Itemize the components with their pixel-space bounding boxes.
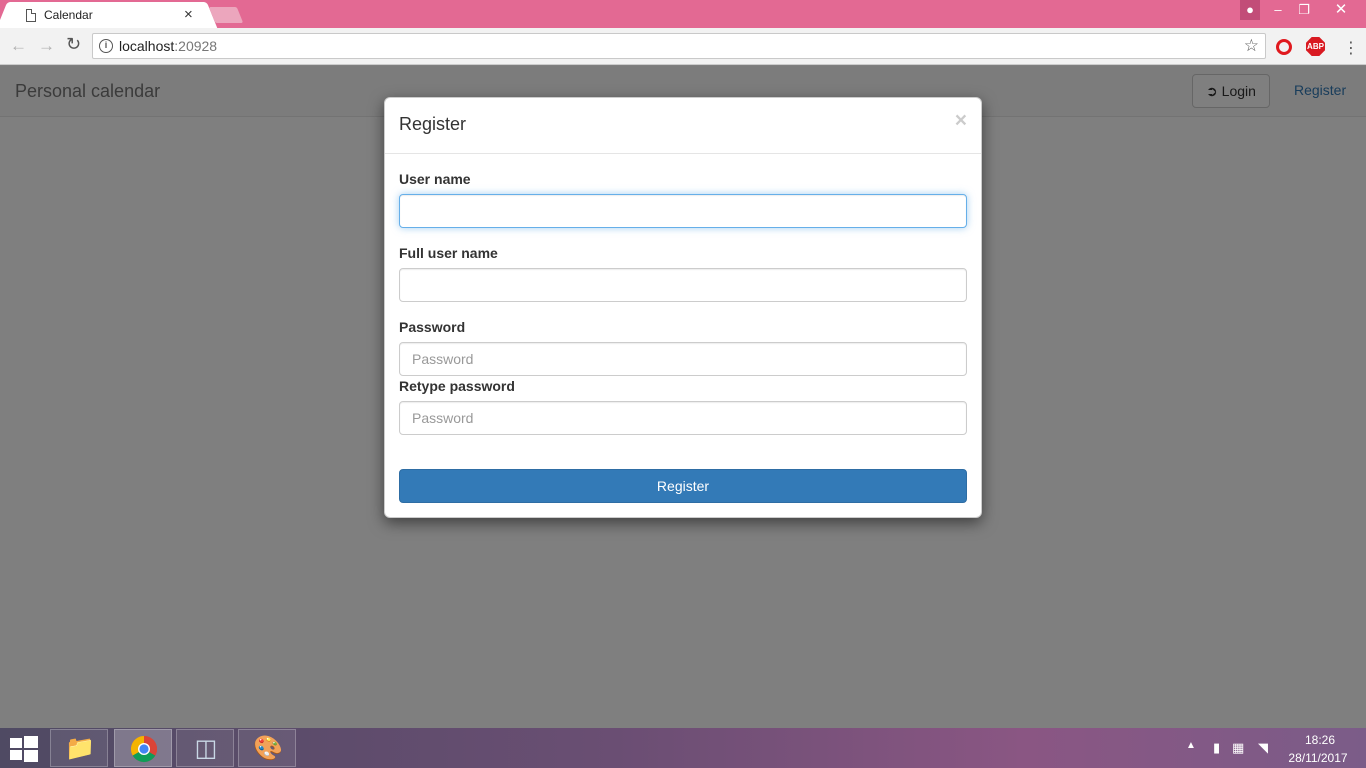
back-arrow-icon[interactable]: ← xyxy=(10,36,27,56)
forward-arrow-icon[interactable]: → xyxy=(38,36,55,56)
url-port: :20928 xyxy=(174,38,218,54)
browser-titlebar: Calendar × ● – ❐ ✕ xyxy=(0,0,1366,28)
address-bar[interactable]: i localhost:20928 ☆ xyxy=(92,33,1266,59)
password-input[interactable] xyxy=(399,342,967,376)
fullname-input[interactable] xyxy=(399,268,967,302)
restore-button[interactable]: ❐ xyxy=(1294,0,1314,20)
url-host: localhost xyxy=(119,38,175,54)
opera-extension-icon[interactable] xyxy=(1276,39,1292,55)
username-label: User name xyxy=(399,171,471,187)
minimize-button[interactable]: – xyxy=(1268,0,1288,20)
file-explorer-app[interactable]: 📁 xyxy=(50,729,108,767)
tray-expand-icon[interactable]: ▲ xyxy=(1186,740,1196,751)
close-icon[interactable]: × xyxy=(955,109,967,133)
browser-tab[interactable]: Calendar × xyxy=(10,2,204,28)
username-input[interactable] xyxy=(399,194,967,228)
register-submit-button[interactable]: Register xyxy=(399,469,967,503)
browser-menu-icon[interactable]: ⋮ xyxy=(1343,38,1359,58)
page: Personal calendar ➲ Login Register Regis… xyxy=(0,66,1366,728)
tab-title: Calendar xyxy=(44,8,93,22)
paint-app[interactable]: 🎨 xyxy=(238,729,296,767)
network-icon[interactable]: ▦ xyxy=(1232,740,1244,756)
retype-password-label: Retype password xyxy=(399,378,515,394)
chrome-icon xyxy=(129,734,159,764)
database-icon: ◫ xyxy=(194,735,218,762)
battery-icon[interactable]: ▮ xyxy=(1213,740,1220,756)
clock-date[interactable]: 28/11/2017 xyxy=(1286,751,1350,765)
windows-start-icon[interactable] xyxy=(10,736,38,762)
reload-icon[interactable]: ↻ xyxy=(66,34,81,55)
clock-time[interactable]: 18:26 xyxy=(1300,733,1340,747)
retype-password-input[interactable] xyxy=(399,401,967,435)
taskbar: 📁 ◫ 🎨 xyxy=(0,728,1366,768)
password-label: Password xyxy=(399,319,466,335)
folder-icon: 📁 xyxy=(65,735,95,762)
close-window-button[interactable]: ✕ xyxy=(1330,0,1352,20)
browser-toolbar: ← → ↻ i localhost:20928 ☆ xyxy=(0,28,1366,65)
register-modal: Register × User name Full user name Pass… xyxy=(384,97,982,518)
document-icon xyxy=(26,9,36,22)
new-tab-button[interactable] xyxy=(208,7,244,23)
profile-icon[interactable]: ● xyxy=(1240,0,1260,20)
fullname-label: Full user name xyxy=(399,245,498,261)
volume-icon[interactable]: ◥ xyxy=(1258,740,1268,756)
modal-title: Register xyxy=(399,114,467,134)
palette-icon: 🎨 xyxy=(253,735,283,762)
modal-header: Register × xyxy=(385,98,981,154)
tab-close-icon[interactable]: × xyxy=(184,6,193,23)
database-app[interactable]: ◫ xyxy=(176,729,234,767)
info-icon[interactable]: i xyxy=(99,39,113,53)
url-text: localhost:20928 xyxy=(119,38,217,54)
chrome-app[interactable] xyxy=(114,729,172,767)
bookmark-star-icon[interactable]: ☆ xyxy=(1244,36,1259,56)
